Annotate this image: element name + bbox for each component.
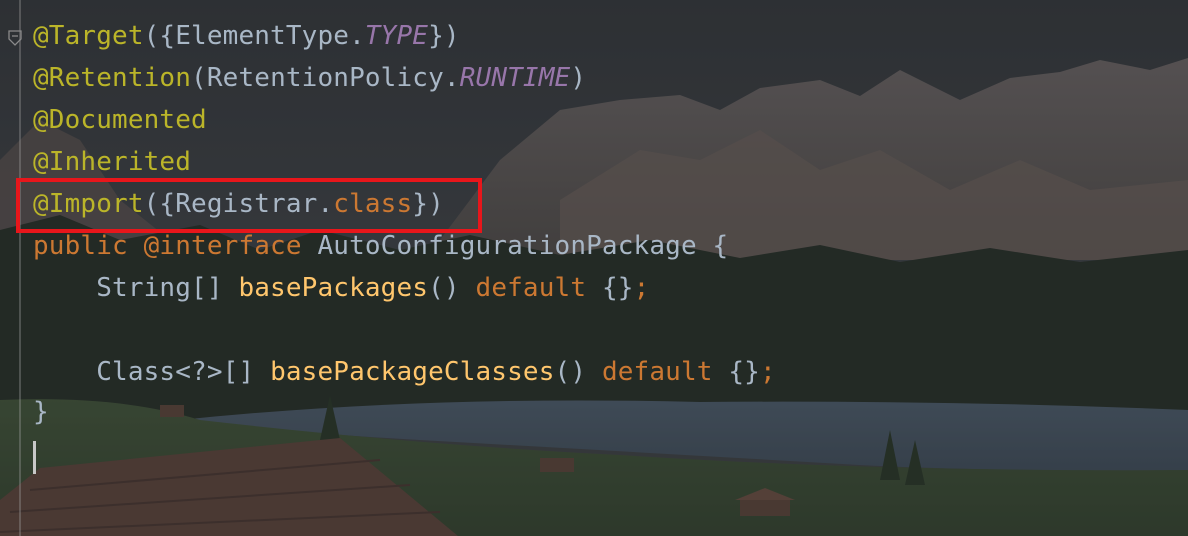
code-token: (RetentionPolicy. [191,63,460,93]
code-token: () [428,273,476,303]
code-line[interactable]: Class<?>[] basePackageClasses() default … [33,351,776,393]
code-line[interactable]: @Documented [33,99,207,141]
highlight-annotation-box [16,178,482,233]
code-token: ; [633,273,650,303]
code-editor[interactable]: @Target({ElementType.TYPE}) @Retention(Re… [0,0,1188,536]
code-token: ({ElementType. [143,21,365,51]
code-token: ; [760,357,776,387]
code-token: TYPE [364,21,429,51]
code-token: basePackageClasses [270,357,555,387]
code-token: AutoConfigurationPackage { [317,231,729,261]
code-token: String[] [33,273,239,303]
code-line[interactable]: } [33,391,49,433]
code-token: {} [586,273,634,303]
code-token: public [33,231,144,261]
code-line[interactable]: @Inherited [33,141,191,183]
code-line[interactable]: String[] basePackages() default {}; [33,267,649,309]
code-token: ) [570,63,587,93]
code-token: @Retention [33,63,192,93]
code-token: @Target [33,21,144,51]
fold-icon[interactable] [8,30,22,46]
code-token: () [554,357,602,387]
code-line[interactable]: @Retention(RetentionPolicy.RUNTIME) [33,57,586,99]
code-token: Class<?>[] [33,357,271,387]
code-token: @Documented [33,105,207,135]
code-token: @Inherited [33,147,192,177]
code-token: @interface [143,231,318,261]
code-token: basePackages [238,273,429,303]
code-token: default [601,357,713,387]
text-caret [33,441,36,474]
code-line[interactable]: @Target({ElementType.TYPE}) [33,15,460,57]
code-token: }) [428,21,460,51]
code-token: } [33,397,49,427]
code-token: {} [712,357,760,387]
code-token: RUNTIME [459,63,571,93]
code-area[interactable]: @Target({ElementType.TYPE}) @Retention(Re… [0,0,1188,536]
code-token: default [475,273,587,303]
